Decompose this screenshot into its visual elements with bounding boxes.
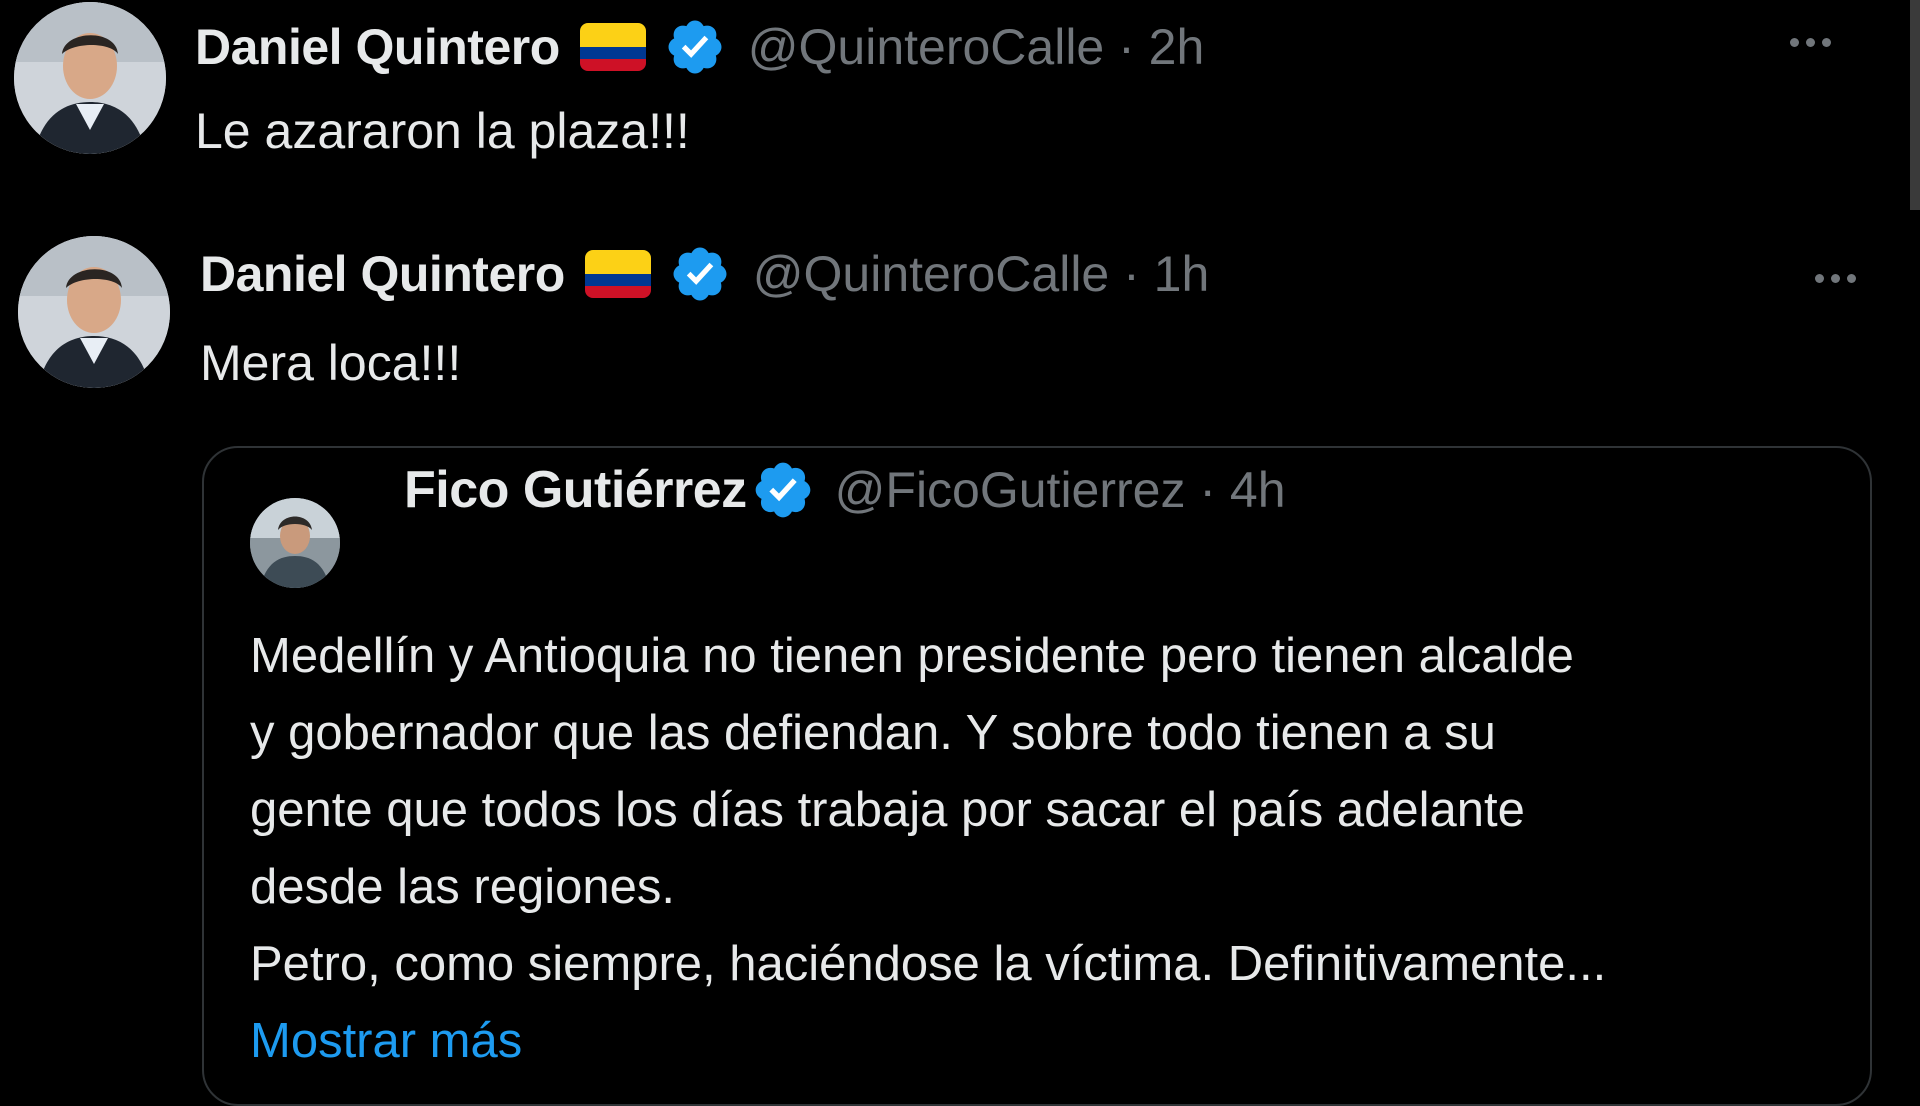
colombia-flag-icon <box>584 250 651 298</box>
tweet-text: Mera loca!!! <box>200 335 462 391</box>
more-options-icon[interactable] <box>1790 38 1831 47</box>
quoted-text-line: y gobernador que las defiendan. Y sobre … <box>250 706 1496 760</box>
quoted-avatar <box>250 498 340 588</box>
tweet[interactable]: Daniel Quintero @QuinteroCalle · 2h Le a… <box>0 0 1910 232</box>
verified-badge-icon <box>669 243 731 305</box>
quoted-text-line: gente que todos los días trabaja por sac… <box>250 783 1525 837</box>
quoted-author-name[interactable]: Fico Gutiérrez <box>404 460 747 520</box>
scrollbar[interactable] <box>1910 0 1920 210</box>
tweet-header: Daniel Quintero @QuinteroCalle · 1h <box>200 239 1209 309</box>
quoted-handle-and-time[interactable]: @FicoGutierrez · 4h <box>835 461 1286 519</box>
tweet-text: Le azararon la plaza!!! <box>195 103 690 159</box>
avatar[interactable] <box>18 236 170 388</box>
handle-and-time[interactable]: @QuinteroCalle · 1h <box>753 245 1210 303</box>
verified-badge-icon <box>751 458 815 522</box>
quoted-tweet[interactable]: Fico Gutiérrez @FicoGutierrez · 4h Medel… <box>202 446 1872 1106</box>
show-more-link[interactable]: Mostrar más <box>250 1014 522 1068</box>
tweet[interactable]: Daniel Quintero @QuinteroCalle · 1h Mera… <box>0 232 1910 1106</box>
tweet-header: Daniel Quintero @QuinteroCalle · 2h <box>195 12 1204 82</box>
handle-and-time[interactable]: @QuinteroCalle · 2h <box>748 18 1205 76</box>
quoted-text-line: Medellín y Antioquia no tienen president… <box>250 629 1574 683</box>
quoted-text-line: desde las regiones. <box>250 860 675 914</box>
quoted-text: Medellín y Antioquia no tienen president… <box>250 618 1850 1080</box>
quoted-header: Fico Gutiérrez @FicoGutierrez · 4h <box>404 455 1286 525</box>
colombia-flag-icon <box>579 23 646 71</box>
more-options-icon[interactable] <box>1815 274 1856 283</box>
quoted-text-line: Petro, como siempre, haciéndose la vícti… <box>250 937 1607 991</box>
author-name[interactable]: Daniel Quintero <box>195 18 560 76</box>
author-name[interactable]: Daniel Quintero <box>200 245 565 303</box>
avatar[interactable] <box>14 2 166 154</box>
verified-badge-icon <box>664 16 726 78</box>
